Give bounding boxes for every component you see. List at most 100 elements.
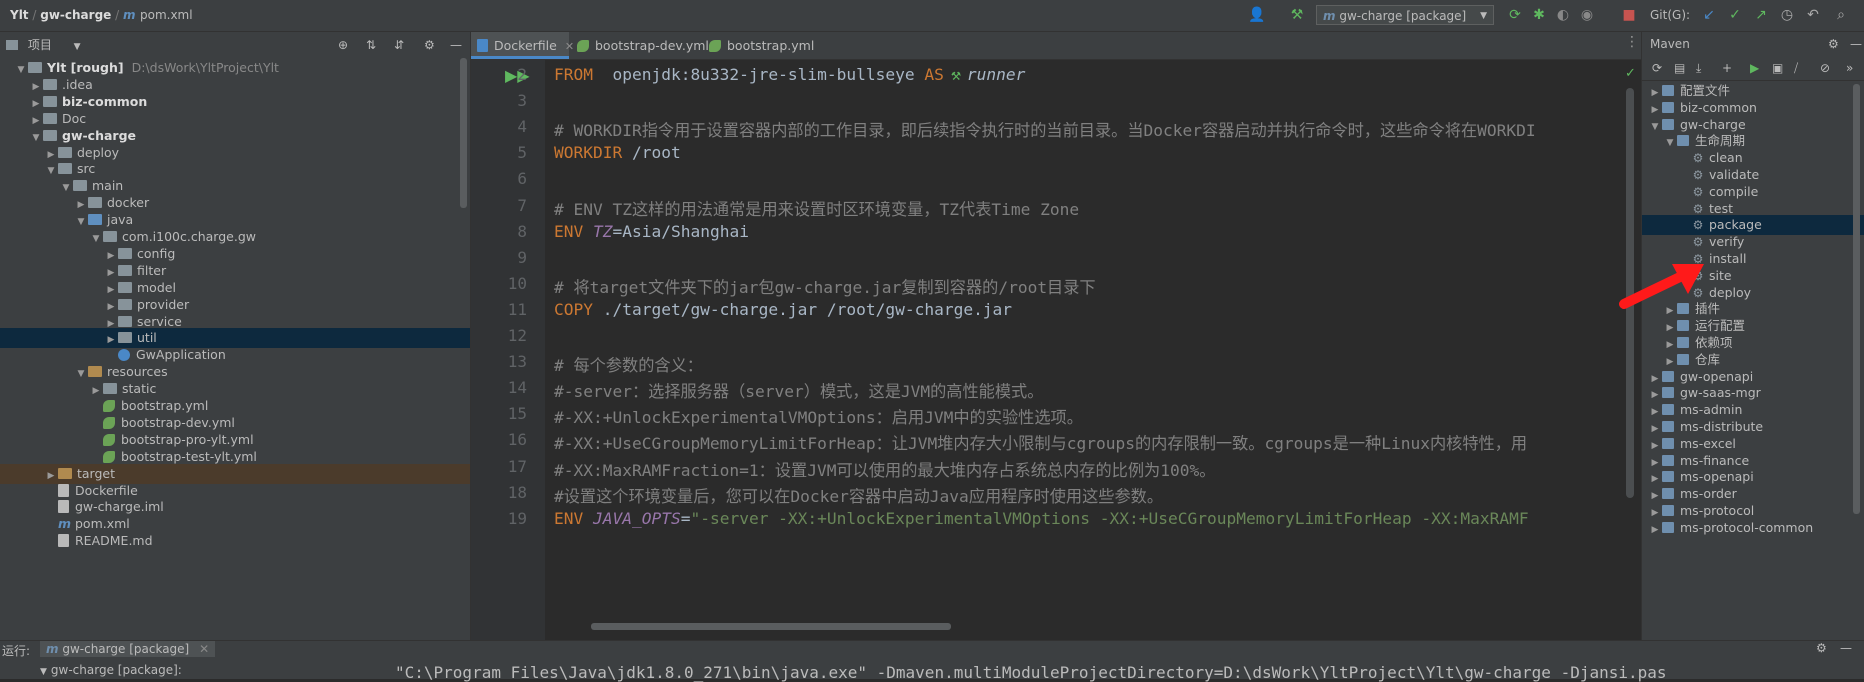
- maven-module-icon: [1662, 437, 1674, 449]
- code-line: #-XX:+UnlockExperimentalVMOptions：启用JVM中…: [554, 408, 1083, 428]
- line-number: 12: [507, 326, 527, 345]
- line-number: 8: [517, 221, 527, 241]
- git-update-icon[interactable]: ↙: [1700, 6, 1718, 24]
- more-tabs-icon[interactable]: ⋮: [1625, 34, 1639, 50]
- run-hide-icon[interactable]: —: [1840, 641, 1852, 655]
- coverage-icon[interactable]: ◐: [1554, 6, 1572, 24]
- line-number: 15: [507, 404, 527, 424]
- tab-dockerfile[interactable]: Dockerfile ✕: [471, 32, 574, 59]
- maven-module-icon: [1662, 505, 1674, 516]
- folder-icon: [1677, 320, 1689, 332]
- history-icon[interactable]: ◷: [1778, 6, 1796, 24]
- editor-hscrollbar[interactable]: [591, 623, 951, 630]
- title-bar: Ylt / gw-charge / m pom.xml 👤 ⚒ m gw-char…: [0, 0, 1864, 32]
- project-icon: [6, 40, 18, 50]
- tab-label: Dockerfile: [494, 38, 557, 53]
- git-push-icon[interactable]: ↗: [1752, 6, 1770, 24]
- toggle-offline-icon[interactable]: ⧸: [1794, 56, 1798, 80]
- stop-icon[interactable]: ■: [1620, 6, 1638, 24]
- project-panel-title[interactable]: 项目: [28, 38, 52, 52]
- code-line: ENV JAVA_OPTS="-server -XX:+UnlockExperi…: [554, 508, 1529, 528]
- code-line: #-XX:MaxRAMFraction=1：设置JVM可以使用的最大堆内存占系统…: [554, 460, 1216, 480]
- run-gear-icon[interactable]: ⚙: [1816, 641, 1827, 655]
- tab-bootstrap-yml[interactable]: bootstrap.yml: [703, 32, 837, 59]
- folder-icon: [1677, 337, 1689, 348]
- project-scrollbar[interactable]: [460, 58, 467, 208]
- tab-label: bootstrap.yml: [727, 38, 815, 53]
- expand-icon[interactable]: ⇵: [394, 32, 404, 58]
- chevron-down-icon[interactable]: ▼: [74, 42, 81, 52]
- execute-goal-icon[interactable]: ▣: [1772, 56, 1783, 80]
- rollback-icon[interactable]: ↶: [1804, 6, 1822, 24]
- maven-module-icon: [1662, 370, 1674, 382]
- maven-module-icon: [1662, 101, 1674, 113]
- reload-icon[interactable]: ⟳: [1652, 56, 1662, 80]
- maven-scrollbar[interactable]: [1853, 84, 1860, 514]
- chevron-right-icon[interactable]: ▶: [1648, 520, 1662, 540]
- folder-icon: [103, 383, 117, 395]
- code-line: # WORKDIR指令用于设置容器内部的工作目录，即后续指令执行时的当前目录。当…: [554, 121, 1536, 141]
- tree-item-label: resources: [107, 364, 168, 380]
- line-number: 6: [517, 169, 527, 189]
- folder-icon: [43, 129, 57, 141]
- locate-icon[interactable]: ⊕: [338, 32, 348, 58]
- breadcrumb-module[interactable]: gw-charge: [40, 8, 111, 22]
- rerun-icon[interactable]: ⟳: [1506, 6, 1524, 24]
- download-icon[interactable]: ⤓: [1696, 56, 1701, 80]
- maven-module-icon: [1662, 454, 1674, 466]
- breadcrumb-project[interactable]: Ylt: [10, 8, 29, 22]
- file-icon: [58, 534, 69, 548]
- gear-icon[interactable]: ⚙: [424, 32, 435, 58]
- build-hammer-icon[interactable]: ⚒: [1288, 6, 1306, 24]
- docker-file-icon: [477, 39, 488, 52]
- tree-item-label: service: [137, 313, 182, 329]
- debug-icon[interactable]: ✱: [1530, 6, 1548, 24]
- run-config-select[interactable]: m gw-charge [package] ▼: [1316, 5, 1494, 25]
- folder-icon: [1677, 135, 1689, 147]
- more-icon[interactable]: »: [1846, 56, 1853, 80]
- maven-item-label: gw-charge: [1680, 116, 1746, 132]
- line-number: 18: [507, 482, 527, 502]
- folder-icon: [73, 180, 87, 192]
- tree-item-readme-md[interactable]: README.md: [0, 531, 470, 551]
- maven-hide-icon[interactable]: —: [1850, 32, 1862, 56]
- project-panel-header: 项目 ▼ ⊕ ⇅ ⇵ ⚙ —: [0, 32, 470, 58]
- git-commit-icon[interactable]: ✓: [1726, 6, 1744, 24]
- tab-bootstrap-dev-yml[interactable]: bootstrap-dev.yml: [571, 32, 709, 59]
- search-icon[interactable]: ⌕: [1832, 6, 1850, 24]
- hide-icon[interactable]: —: [450, 32, 462, 58]
- skip-tests-icon[interactable]: ⊘: [1820, 56, 1830, 80]
- generate-sources-icon[interactable]: ▤: [1674, 56, 1685, 80]
- run-tab[interactable]: m gw-charge [package] ✕: [40, 641, 216, 657]
- maven-item-label: clean: [1709, 150, 1743, 166]
- folder-icon: [1662, 85, 1674, 96]
- package-icon: [118, 298, 132, 310]
- profile-icon[interactable]: ◉: [1578, 6, 1596, 24]
- run-tree-item[interactable]: ▼ gw-charge [package]:: [40, 663, 182, 677]
- user-icon[interactable]: 👤: [1248, 6, 1266, 24]
- git-label: Git(G):: [1650, 8, 1691, 22]
- tree-item-label: README.md: [75, 533, 153, 549]
- add-icon[interactable]: +: [1722, 56, 1732, 80]
- line-number: 11: [507, 299, 527, 319]
- tree-item-label: filter: [137, 262, 167, 278]
- maven-module-icon: [1662, 488, 1674, 500]
- collapse-icon[interactable]: ⇅: [366, 32, 376, 58]
- hammer-icon: ⚒: [951, 65, 961, 84]
- tree-item-label: com.i100c.charge.gw: [122, 229, 256, 244]
- tree-item-label: GwApplication: [136, 347, 226, 363]
- run-icon[interactable]: ▶: [1750, 56, 1759, 80]
- breadcrumb-file[interactable]: pom.xml: [140, 8, 193, 22]
- maven-item-label: gw-saas-mgr: [1680, 385, 1761, 401]
- maven-gear-icon[interactable]: ⚙: [1828, 32, 1839, 56]
- maven-module-icon: [1662, 421, 1674, 432]
- tree-item-label: Ylt [rough]: [47, 60, 124, 75]
- project-panel: 项目 ▼ ⊕ ⇅ ⇵ ⚙ — ▼ Ylt [rough] D:\dsWork\Ylt…: [0, 32, 471, 640]
- tree-item-label: main: [92, 178, 124, 194]
- maven-item-label: 仓库: [1695, 351, 1721, 367]
- code-line: #设置这个环境变量后，您可以在Docker容器中启动Java应用程序时使用这些参…: [554, 486, 1164, 506]
- folder-icon: [58, 467, 72, 479]
- code-line: # 每个参数的含义：: [554, 356, 703, 376]
- maven-item-ms-protocol-common[interactable]: ▶ ms-protocol-common: [1642, 518, 1864, 538]
- folder-icon: [88, 197, 102, 209]
